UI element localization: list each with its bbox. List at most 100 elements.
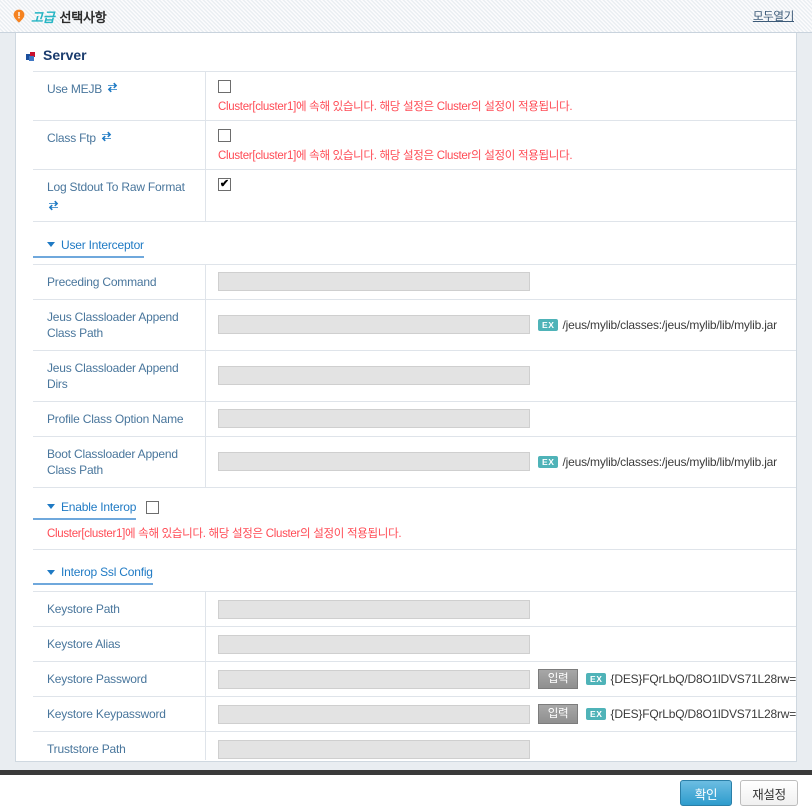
panel-titlebar: 고급 선택사항 모두열기 xyxy=(0,0,812,33)
content-scroll-area[interactable]: Server Use MEJB Cluster[cluster1]에 속해 있습… xyxy=(16,33,797,760)
row-label-keystore-password: Keystore Password xyxy=(33,662,206,696)
subsection-toggle-enable-interop[interactable]: Enable Interop xyxy=(33,500,136,520)
row-preceding-command: Preceding Command xyxy=(33,263,796,299)
input-keystore-alias[interactable] xyxy=(218,634,530,654)
hint-text: {DES}FQrLbQ/D8O1lDVS71L28rw== xyxy=(610,707,797,721)
row-value-use-mejb: Cluster[cluster1]에 속해 있습니다. 해당 설정은 Clust… xyxy=(206,72,796,120)
hint-text: /jeus/mylib/classes:/jeus/mylib/lib/myli… xyxy=(562,454,778,469)
hint-jeus-cl-append-class-path: EX /jeus/mylib/classes:/jeus/mylib/lib/m… xyxy=(538,318,777,332)
chevron-down-icon xyxy=(47,242,55,247)
row-value-jeus-cl-append-class-path: EX /jeus/mylib/classes:/jeus/mylib/lib/m… xyxy=(206,300,796,350)
square-marker-icon xyxy=(26,50,37,61)
reset-button[interactable]: 재설정 xyxy=(740,780,798,806)
subsection-user-interceptor: User Interceptor xyxy=(33,221,796,258)
subsection-toggle-interop-ssl-config[interactable]: Interop Ssl Config xyxy=(33,565,153,585)
hint-boot-cl-append-class-path: EX /jeus/mylib/classes:/jeus/mylib/lib/m… xyxy=(538,455,777,469)
row-value-boot-cl-append-class-path: EX /jeus/mylib/classes:/jeus/mylib/lib/m… xyxy=(206,437,796,487)
row-jeus-classloader-append-class-path: Jeus Classloader Append Class Path EX /j… xyxy=(33,298,796,350)
panel-inner: Server Use MEJB Cluster[cluster1]에 속해 있습… xyxy=(15,33,797,762)
input-keystore-path[interactable] xyxy=(218,599,530,619)
subsection-title-user-interceptor: User Interceptor xyxy=(61,237,144,252)
subsection-title-enable-interop: Enable Interop xyxy=(61,499,137,514)
input-preceding-command[interactable] xyxy=(218,272,530,291)
checkbox-class-ftp[interactable] xyxy=(218,129,231,142)
checkbox-log-stdout-to-raw-format[interactable]: ✔ xyxy=(218,178,231,191)
server-section-title: Server xyxy=(43,47,87,63)
row-label-keystore-path: Keystore Path xyxy=(33,592,206,626)
hint-keystore-password: EX {DES}FQrLbQ/D8O1lDVS71L28rw== xyxy=(586,672,797,686)
footer-button-bar: 확인 재설정 xyxy=(0,775,812,811)
label-text: Profile Class Option Name xyxy=(47,411,184,426)
cluster-warning-class-ftp: Cluster[cluster1]에 속해 있습니다. 해당 설정은 Clust… xyxy=(218,150,573,162)
row-truststore-path: Truststore Path xyxy=(33,731,796,760)
row-boot-classloader-append-class-path: Boot Classloader Append Class Path EX /j… xyxy=(33,435,796,487)
cluster-warning-use-mejb: Cluster[cluster1]에 속해 있습니다. 해당 설정은 Clust… xyxy=(218,101,573,113)
row-value-keystore-path xyxy=(206,592,796,626)
input-jeus-classloader-append-dirs[interactable] xyxy=(218,366,530,385)
row-value-jeus-cl-append-dirs xyxy=(206,351,796,401)
input-boot-classloader-append-class-path[interactable] xyxy=(218,452,530,471)
row-label-keystore-keypassword: Keystore Keypassword xyxy=(33,697,206,731)
advanced-options-page: 고급 선택사항 모두열기 Server Use MEJB Cluster[clu… xyxy=(0,0,812,811)
keystore-keypassword-input-button[interactable]: 입력 xyxy=(538,704,578,724)
label-text: Jeus Classloader Append Dirs xyxy=(47,360,179,391)
row-value-preceding-command xyxy=(206,265,796,299)
row-log-stdout-to-raw-format: Log Stdout To Raw Format ✔ xyxy=(33,169,796,221)
titlebar-left-group: 고급 선택사항 xyxy=(12,7,107,26)
row-profile-class-option-name: Profile Class Option Name xyxy=(33,400,796,436)
keystore-password-input-button[interactable]: 입력 xyxy=(538,669,578,689)
subsection-interop-ssl-config: Interop Ssl Config xyxy=(33,548,796,585)
warning-circle-icon xyxy=(12,9,26,23)
titlebar-right-group: 모두열기 xyxy=(753,7,802,25)
page-title: 선택사항 xyxy=(59,9,107,25)
row-keystore-keypassword: Keystore Keypassword 입력 EX {DES}FQrLbQ/D… xyxy=(33,696,797,731)
subsection-enable-interop: Enable Interop Cluster[cluster1]에 속해 있습니… xyxy=(33,486,796,549)
input-profile-class-option-name[interactable] xyxy=(218,409,530,428)
label-text: Boot Classloader Append Class Path xyxy=(47,446,178,477)
refresh-restart-icon xyxy=(47,199,60,212)
label-text: Use MEJB xyxy=(47,82,103,96)
confirm-button[interactable]: 확인 xyxy=(680,780,732,806)
row-label-boot-cl-append-class-path: Boot Classloader Append Class Path xyxy=(33,436,206,487)
row-value-keystore-password: 입력 EX {DES}FQrLbQ/D8O1lDVS71L28rw== xyxy=(206,662,797,696)
checkbox-tick-glyph: ✔ xyxy=(219,178,230,190)
row-label-log-stdout: Log Stdout To Raw Format xyxy=(33,170,206,221)
hint-keystore-keypassword: EX {DES}FQrLbQ/D8O1lDVS71L28rw== xyxy=(586,707,797,721)
row-value-keystore-alias xyxy=(206,627,796,661)
cluster-warning-enable-interop: Cluster[cluster1]에 속해 있습니다. 해당 설정은 Clust… xyxy=(47,527,402,540)
input-truststore-path[interactable] xyxy=(218,739,530,759)
row-label-jeus-cl-append-dirs: Jeus Classloader Append Dirs xyxy=(33,350,206,401)
refresh-restart-icon xyxy=(106,81,119,94)
row-keystore-path: Keystore Path xyxy=(33,591,796,626)
subsection-title-interop-ssl-config: Interop Ssl Config xyxy=(61,565,153,579)
label-text: Keystore Password xyxy=(47,672,147,686)
ex-badge-icon: EX xyxy=(586,708,606,720)
row-label-class-ftp: Class Ftp xyxy=(33,121,206,169)
ex-badge-icon: EX xyxy=(538,318,558,331)
hint-text: {DES}FQrLbQ/D8O1lDVS71L28rw== xyxy=(610,672,797,686)
server-section-header: Server xyxy=(16,33,796,71)
chevron-down-icon xyxy=(47,569,55,575)
checkbox-use-mejb[interactable] xyxy=(218,80,231,93)
row-keystore-alias: Keystore Alias xyxy=(33,626,796,661)
row-value-profile-class-option-name xyxy=(206,402,796,436)
row-label-truststore-path: Truststore Path xyxy=(33,732,206,760)
checkbox-enable-interop[interactable] xyxy=(146,501,160,514)
input-keystore-keypassword[interactable] xyxy=(218,704,530,724)
input-keystore-password[interactable] xyxy=(218,669,530,689)
row-label-use-mejb: Use MEJB xyxy=(33,72,206,120)
label-text: Preceding Command xyxy=(47,274,157,289)
title-advanced-label: 고급 xyxy=(31,9,55,25)
label-text: Class Ftp xyxy=(47,131,96,145)
subsection-toggle-user-interceptor[interactable]: User Interceptor xyxy=(33,238,144,258)
ex-badge-icon: EX xyxy=(538,455,558,468)
input-jeus-classloader-append-class-path[interactable] xyxy=(218,315,530,334)
refresh-restart-icon xyxy=(100,130,113,143)
label-text: Jeus Classloader Append Class Path xyxy=(47,309,179,340)
row-value-truststore-path xyxy=(206,732,796,760)
open-all-link[interactable]: 모두열기 xyxy=(753,11,794,23)
panel-outer: Server Use MEJB Cluster[cluster1]에 속해 있습… xyxy=(0,33,812,770)
row-label-keystore-alias: Keystore Alias xyxy=(33,627,206,661)
row-class-ftp: Class Ftp Cluster[cluster1]에 속해 있습니다. 해당… xyxy=(33,120,796,169)
label-text: Log Stdout To Raw Format xyxy=(47,180,185,194)
